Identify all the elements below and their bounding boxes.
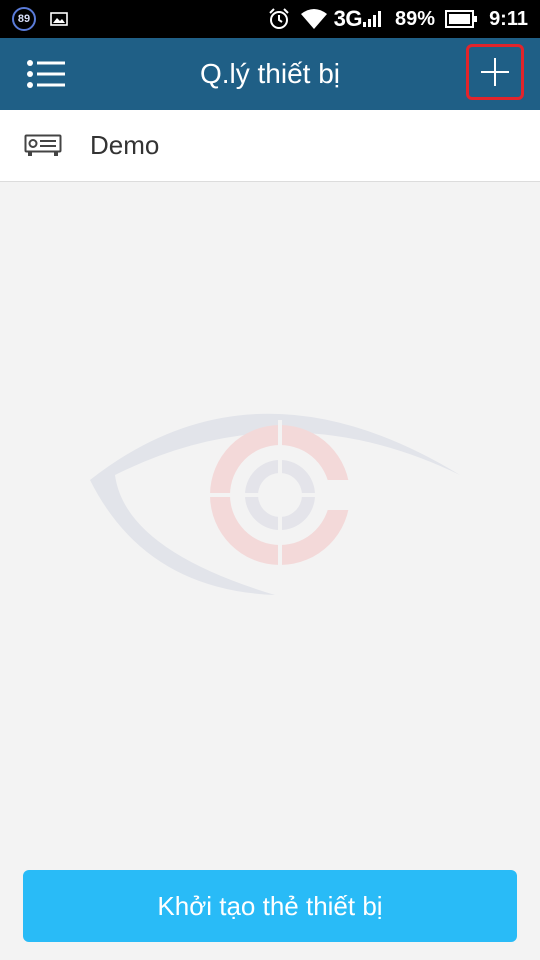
- battery-percent: 89%: [395, 7, 436, 30]
- wifi-icon: [300, 9, 327, 29]
- notification-badge-icon: 89: [12, 7, 36, 31]
- create-device-card-button[interactable]: Khởi tạo thẻ thiết bị: [23, 870, 517, 942]
- status-right: 3G 89% 9:11: [258, 0, 528, 38]
- clock: 9:11: [489, 7, 528, 30]
- status-left: 89: [12, 0, 68, 38]
- device-list: Demo: [0, 110, 540, 182]
- device-list-item[interactable]: Demo: [0, 110, 540, 182]
- image-icon: [50, 12, 68, 26]
- eye-logo-watermark: [90, 413, 460, 595]
- dvr-device-icon: [24, 134, 62, 156]
- page-title: Q.lý thiết bị: [199, 58, 341, 89]
- network-type: 3G: [333, 6, 363, 31]
- add-device-button[interactable]: [466, 44, 524, 100]
- status-bar: 89 3G 89% 9:11: [0, 0, 540, 38]
- plus-icon: [481, 58, 509, 86]
- alarm-icon: [268, 8, 289, 29]
- device-name: Demo: [90, 130, 160, 160]
- battery-icon: [445, 10, 478, 28]
- signal-icon: [363, 11, 382, 27]
- app-bar: Q.lý thiết bị: [0, 38, 540, 110]
